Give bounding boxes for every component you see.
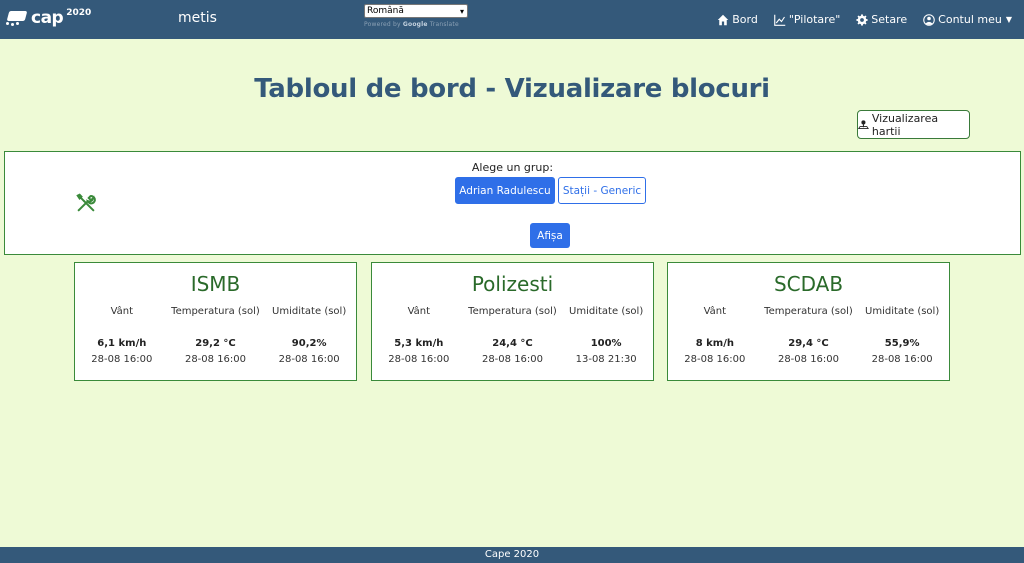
metric-label: Umiditate (sol): [569, 306, 644, 317]
metric-timestamp: 13-08 21:30: [575, 354, 637, 365]
caret-down-icon: ▼: [1005, 15, 1012, 24]
station-card-ismb[interactable]: ISMB Vânt 6,1 km/h 28-08 16:00 Temperatu…: [74, 262, 357, 381]
metric-wind: Vânt 6,1 km/h 28-08 16:00: [75, 304, 169, 368]
nav-pilotare[interactable]: "Pilotare": [774, 13, 840, 26]
metric-label: Vânt: [703, 306, 727, 317]
nav-setare-label: Setare: [871, 13, 908, 26]
metric-soil-humidity: Umiditate (sol) 90,2% 28-08 16:00: [262, 304, 356, 368]
nav-setare[interactable]: Setare: [856, 13, 907, 26]
metric-timestamp: 28-08 16:00: [278, 354, 340, 365]
metric-value: 29,4 °C: [788, 338, 829, 349]
brand-name[interactable]: metis: [178, 10, 217, 26]
station-name: ISMB: [190, 272, 241, 296]
language-selector: Română ▾ Powered by Google Translate: [364, 4, 468, 28]
metric-label: Vânt: [407, 306, 431, 317]
metric-soil-humidity: Umiditate (sol) 100% 13-08 21:30: [559, 304, 653, 368]
metric-value: 29,2 °C: [195, 338, 236, 349]
map-view-button-label: Vizualizarea hartii: [871, 111, 939, 138]
metric-soil-temperature: Temperatura (sol) 29,2 °C 28-08 16:00: [169, 304, 263, 368]
group-button-statii-generic[interactable]: Stații - Generic: [558, 177, 646, 204]
nav-pilotare-label: "Pilotare": [788, 13, 841, 26]
tools-icon[interactable]: [75, 192, 97, 214]
metric-label: Umiditate (sol): [865, 306, 940, 317]
metric-wind: Vânt 8 km/h 28-08 16:00: [668, 304, 762, 368]
metric-value: 55,9%: [884, 338, 920, 349]
metric-soil-temperature: Temperatura (sol) 29,4 °C 28-08 16:00: [762, 304, 856, 368]
top-navbar: cap 2020 metis Română ▾ Powered by Googl…: [0, 0, 1024, 39]
nav-links: Bord "Pilotare" Setare Contul meu ▼: [717, 0, 1024, 39]
metric-timestamp: 28-08 16:00: [481, 354, 544, 365]
nav-bord-label: Bord: [732, 13, 758, 26]
footer-text: Cape 2020: [484, 549, 540, 560]
chevron-down-icon: ▾: [459, 7, 464, 16]
metric-label: Vânt: [110, 306, 134, 317]
station-name: SCDAB: [773, 272, 844, 296]
group-selector-panel: Alege un grup: Adrian Radulescu Stații -…: [4, 151, 1021, 255]
metric-wind: Vânt 5,3 km/h 28-08 16:00: [372, 304, 466, 368]
nav-contul-meu[interactable]: Contul meu ▼: [923, 13, 1012, 26]
logo-superscript: 2020: [66, 8, 92, 18]
logo-text: cap: [31, 8, 64, 28]
metric-timestamp: 28-08 16:00: [91, 354, 153, 365]
metric-value: 24,4 °C: [492, 338, 533, 349]
user-circle-icon: [923, 13, 935, 26]
language-select-value: Română: [367, 6, 404, 16]
station-metrics: Vânt 8 km/h 28-08 16:00 Temperatura (sol…: [668, 304, 949, 368]
station-metrics: Vânt 5,3 km/h 28-08 16:00 Temperatura (s…: [372, 304, 653, 368]
metric-value: 90,2%: [291, 338, 327, 349]
station-card-polizesti[interactable]: Polizesti Vânt 5,3 km/h 28-08 16:00 Temp…: [371, 262, 654, 381]
chart-line-icon: [774, 14, 786, 26]
station-name: Polizesti: [471, 272, 554, 296]
metric-label: Temperatura (sol): [468, 306, 557, 317]
gear-icon: [856, 13, 868, 26]
show-button[interactable]: Afișa: [530, 223, 570, 248]
metric-timestamp: 28-08 16:00: [388, 354, 450, 365]
metric-value: 6,1 km/h: [97, 338, 147, 349]
map-view-button[interactable]: Vizualizarea hartii: [857, 110, 970, 139]
metric-value: 100%: [590, 338, 622, 349]
map-pin-icon: [858, 120, 869, 129]
footer: Cape 2020: [0, 547, 1024, 563]
metric-soil-temperature: Temperatura (sol) 24,4 °C 28-08 16:00: [466, 304, 560, 368]
station-metrics: Vânt 6,1 km/h 28-08 16:00 Temperatura (s…: [75, 304, 356, 368]
metric-timestamp: 28-08 16:00: [777, 354, 840, 365]
home-icon: [717, 14, 729, 25]
metric-soil-humidity: Umiditate (sol) 55,9% 28-08 16:00: [855, 304, 949, 368]
metric-timestamp: 28-08 16:00: [184, 354, 247, 365]
page-title: Tabloul de bord - Vizualizare blocuri: [254, 74, 770, 104]
metric-label: Umiditate (sol): [272, 306, 347, 317]
language-select[interactable]: Română ▾: [364, 4, 468, 18]
metric-timestamp: 28-08 16:00: [684, 354, 746, 365]
powered-by-google-translate: Powered by Google Translate: [364, 21, 459, 28]
metric-value: 5,3 km/h: [394, 338, 444, 349]
metric-value: 8 km/h: [695, 338, 734, 349]
metric-label: Temperatura (sol): [764, 306, 853, 317]
metric-label: Temperatura (sol): [171, 306, 260, 317]
metric-timestamp: 28-08 16:00: [871, 354, 933, 365]
nav-contul-meu-label: Contul meu: [938, 13, 1002, 26]
nav-bord[interactable]: Bord: [717, 13, 758, 26]
group-label: Alege un grup:: [471, 161, 554, 174]
logo-icon: [6, 9, 28, 27]
station-card-scdab[interactable]: SCDAB Vânt 8 km/h 28-08 16:00 Temperatur…: [667, 262, 950, 381]
group-button-adrian-radulescu[interactable]: Adrian Radulescu: [455, 177, 555, 204]
cap-logo[interactable]: cap 2020: [6, 8, 91, 28]
